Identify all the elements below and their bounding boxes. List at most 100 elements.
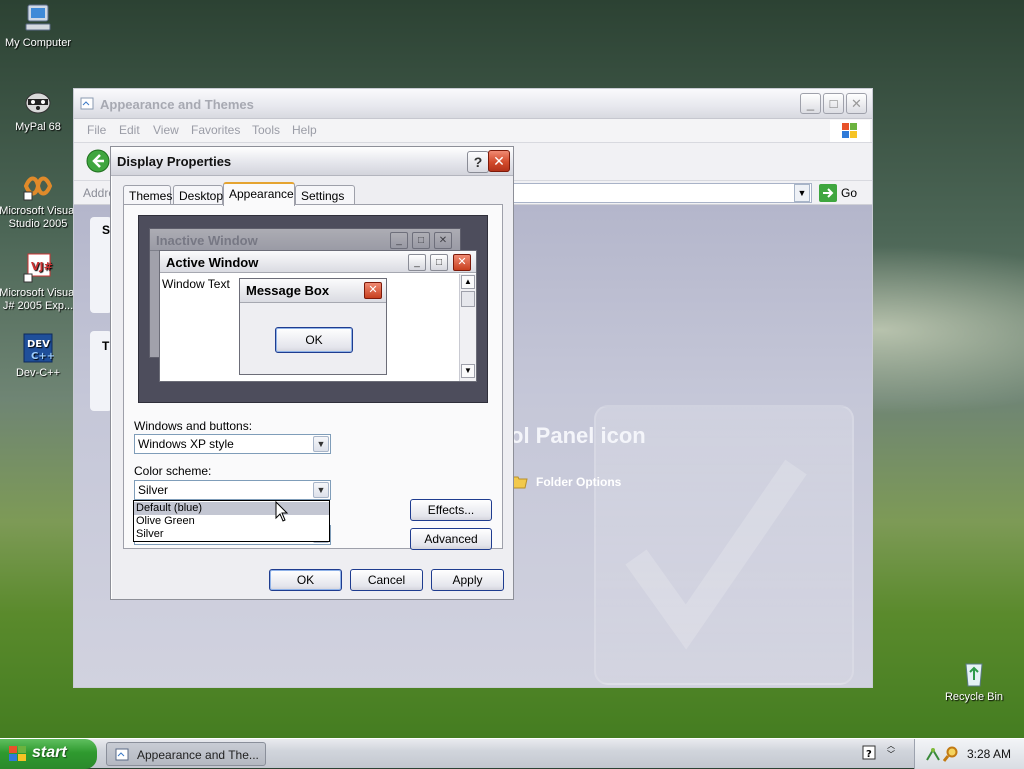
apply-button[interactable]: Apply <box>431 569 504 591</box>
dialog-title-bar[interactable]: Display Properties ? ✕ <box>111 147 513 176</box>
dialog-close-button[interactable]: ✕ <box>488 150 510 172</box>
desktop-icon-recycle-bin[interactable]: Recycle Bin <box>934 656 1014 704</box>
preview-active-minimize-icon: _ <box>408 254 426 271</box>
chevron-down-icon[interactable]: ▼ <box>313 436 329 452</box>
appearance-panel: Inactive Window _ □ ✕ Active Window _ □ … <box>123 204 503 550</box>
address-dropdown-button[interactable]: ▼ <box>794 184 810 202</box>
network-icon[interactable] <box>925 746 941 762</box>
pick-control-panel-heading: ol Panel icon <box>510 423 646 448</box>
minimize-button[interactable]: _ <box>800 93 821 114</box>
tab-themes[interactable]: Themes <box>123 185 172 205</box>
appearance-preview: Inactive Window _ □ ✕ Active Window _ □ … <box>138 215 488 403</box>
taskbar-item-appearance-and-themes[interactable]: Appearance and The... <box>106 742 266 766</box>
dev-cpp-icon: DEV C++ <box>23 333 54 363</box>
preview-message-box-titlebar: Message Box ✕ <box>240 279 386 303</box>
preview-message-box-close-icon: ✕ <box>364 282 382 299</box>
tab-appearance[interactable]: Appearance <box>223 182 295 206</box>
help-button[interactable]: ? <box>467 151 489 173</box>
my-computer-icon <box>25 4 51 31</box>
color-scheme-select[interactable]: Silver ▼ <box>134 480 331 500</box>
preview-inactive-titlebar: Inactive Window _ □ ✕ <box>150 229 460 251</box>
effects-button[interactable]: Effects... <box>410 499 492 521</box>
preview-active-close-icon: ✕ <box>453 254 471 271</box>
advanced-button[interactable]: Advanced <box>410 528 492 550</box>
preview-active-titlebar: Active Window _ □ ✕ <box>160 251 476 273</box>
control-panel-icon <box>80 97 94 110</box>
desktop-icon-visual-studio[interactable]: Microsoft Visual Studio 2005 <box>0 170 78 231</box>
preview-scroll-up-icon: ▲ <box>461 275 475 289</box>
control-panel-icon <box>115 748 129 761</box>
color-scheme-dropdown-list: Default (blue) Olive Green Silver <box>133 500 330 542</box>
preview-active-maximize-icon: □ <box>430 254 448 271</box>
explorer-menu-bar: File Edit View Favorites Tools Help <box>74 119 872 143</box>
desktop-icon-mypal[interactable]: MyPal 68 <box>0 86 78 134</box>
visual-jsharp-icon: VJ# <box>23 253 53 283</box>
menu-tools[interactable]: Tools <box>252 123 280 137</box>
help-icon[interactable]: ? <box>862 745 876 761</box>
svg-text:VJ#: VJ# <box>31 260 53 273</box>
visual-studio-icon <box>23 176 53 201</box>
menu-file[interactable]: File <box>87 123 106 137</box>
display-properties-dialog: Display Properties ? ✕ Themes Desktop Ap… <box>110 146 514 600</box>
maximize-button[interactable]: □ <box>823 93 844 114</box>
svg-text:DEV: DEV <box>27 339 50 350</box>
mouse-cursor-icon <box>275 501 289 522</box>
desktop-icon-my-computer[interactable]: My Computer <box>0 2 78 50</box>
svg-text:?: ? <box>866 749 872 760</box>
windows-buttons-select[interactable]: Windows XP style ▼ <box>134 434 331 454</box>
menu-view[interactable]: View <box>153 123 179 137</box>
task-pane-heading-2: T <box>102 339 110 353</box>
system-tray: 3:28 AM <box>914 739 1024 769</box>
explorer-title: Appearance and Themes <box>100 97 254 112</box>
menu-edit[interactable]: Edit <box>119 123 140 137</box>
folder-options-link[interactable]: Folder Options <box>536 475 621 489</box>
clock[interactable]: 3:28 AM <box>967 747 1011 761</box>
task-pane: S <box>90 217 112 313</box>
desktop-icon-visual-jsharp[interactable]: VJ# Microsoft Visual J# 2005 Exp... <box>0 252 78 313</box>
recycle-bin-icon <box>965 663 983 687</box>
windows-buttons-label: Windows and buttons: <box>134 419 253 433</box>
mypal-raccoon-icon <box>25 92 51 114</box>
preview-active-title: Active Window <box>166 255 259 270</box>
preview-scroll-thumb <box>461 291 475 307</box>
menu-favorites[interactable]: Favorites <box>191 123 240 137</box>
dialog-title: Display Properties <box>117 154 232 169</box>
task-pane-heading: S <box>102 223 111 237</box>
color-scheme-option-silver[interactable]: Silver <box>134 528 329 541</box>
preview-ok-button: OK <box>275 327 353 353</box>
color-scheme-value: Silver <box>138 483 169 497</box>
address-input[interactable] <box>494 183 812 203</box>
tab-settings[interactable]: Settings <box>295 185 355 205</box>
color-scheme-label: Color scheme: <box>134 464 212 478</box>
explorer-title-bar[interactable]: Appearance and Themes _ □ ✕ <box>74 89 872 119</box>
go-button[interactable]: Go <box>841 186 857 200</box>
color-scheme-option-default-blue[interactable]: Default (blue) <box>134 502 329 515</box>
cancel-button[interactable]: Cancel <box>350 569 423 591</box>
taskbar: start Appearance and The... ? ︿ ﹀ 3:28 AM <box>0 738 1024 769</box>
preview-scroll-down-icon: ▼ <box>461 364 475 378</box>
back-arrow-icon[interactable] <box>86 149 110 173</box>
desktop-icon-dev-cpp[interactable]: DEV C++ Dev-C++ <box>0 332 78 380</box>
taskbar-item-label: Appearance and The... <box>137 748 259 762</box>
preview-inactive-title: Inactive Window <box>156 233 258 248</box>
menu-help[interactable]: Help <box>292 123 317 137</box>
preview-message-box-title: Message Box <box>246 283 330 298</box>
tab-desktop[interactable]: Desktop <box>173 185 223 205</box>
color-scheme-option-olive-green[interactable]: Olive Green <box>134 515 329 528</box>
chevron-down-icon[interactable]: ▼ <box>313 482 329 498</box>
start-label: start <box>32 744 67 761</box>
windows-flag-icon <box>9 746 26 761</box>
ok-button[interactable]: OK <box>269 569 342 591</box>
tray-chevron-icon[interactable]: ︿ ﹀ <box>887 741 895 759</box>
close-button[interactable]: ✕ <box>846 93 867 114</box>
go-arrow-icon[interactable] <box>819 184 837 202</box>
preview-scrollbar: ▲ ▼ <box>459 274 476 381</box>
folder-options-icon <box>512 476 528 489</box>
search-icon[interactable] <box>943 746 959 762</box>
preview-window-text: Window Text <box>162 277 230 291</box>
preview-inactive-maximize-icon: □ <box>412 232 430 249</box>
preview-message-box: Message Box ✕ OK <box>239 278 387 375</box>
task-pane-2: T <box>90 331 112 411</box>
windows-buttons-value: Windows XP style <box>138 437 234 451</box>
start-button[interactable]: start <box>0 739 97 769</box>
